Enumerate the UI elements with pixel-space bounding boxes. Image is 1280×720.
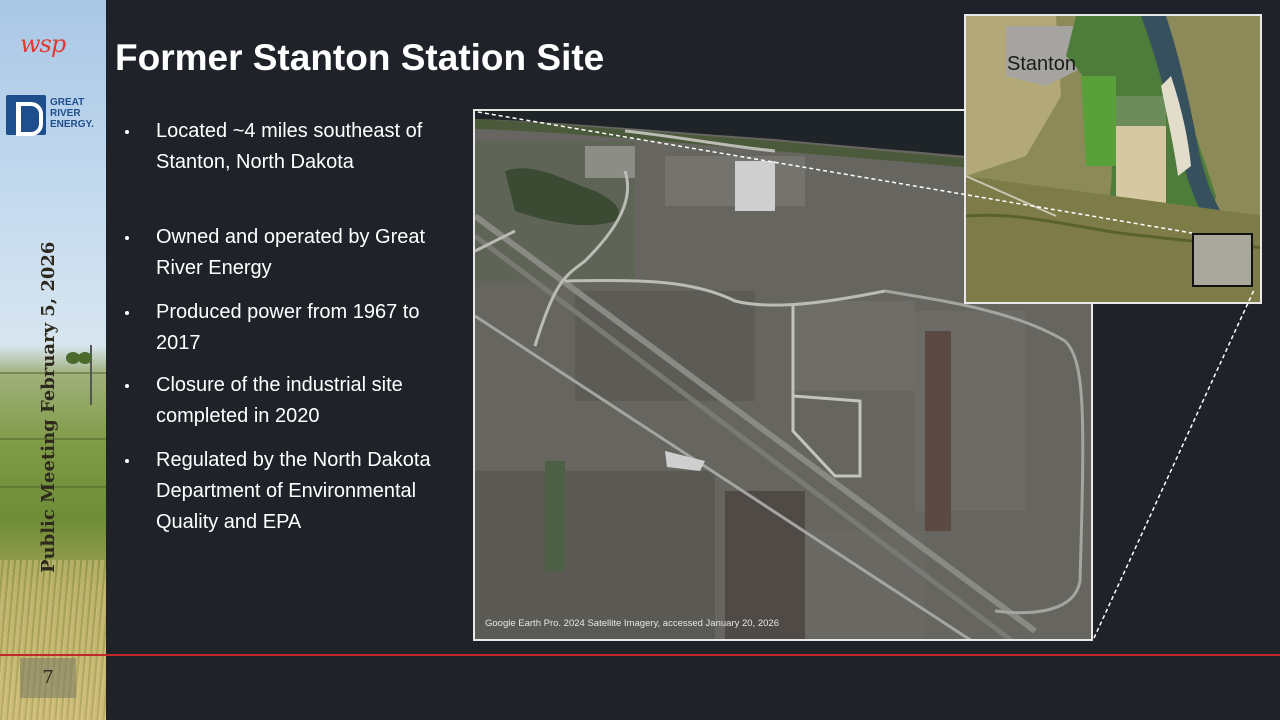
bullet-dot	[125, 459, 129, 463]
bullet-dot	[125, 236, 129, 240]
gre-logo-icon	[6, 95, 46, 136]
bullet-dot	[125, 311, 129, 315]
wsp-logo: wsp	[20, 30, 66, 58]
bullet-text: Owned and operated by Great River Energy	[156, 226, 426, 279]
bullet-text: Produced power from 1967 to 2017	[156, 301, 420, 354]
bullet-text: Regulated by the North Dakota Department…	[156, 449, 431, 533]
slide-title: Former Stanton Station Site	[115, 37, 605, 78]
gre-logo-line: GREAT	[50, 97, 85, 108]
footer-rule	[0, 654, 1280, 656]
inset-town-label: Stanton	[1007, 53, 1076, 75]
bullet-dot	[125, 130, 129, 134]
gre-logo-text: GREAT RIVER ENERGY.	[50, 97, 100, 130]
bullet-text: Located ~4 miles southeast of Stanton, N…	[156, 120, 423, 173]
tree	[78, 352, 92, 364]
meeting-date: Public Meeting February 5, 2026	[38, 241, 59, 573]
gre-logo-line: ENERGY.	[50, 119, 94, 130]
bullet-text: Closure of the industrial site completed…	[156, 374, 403, 427]
great-river-energy-logo: GREAT RIVER ENERGY.	[6, 95, 100, 136]
page-number: 7	[20, 658, 76, 698]
gre-logo-line: RIVER	[50, 108, 81, 119]
image-credit: Google Earth Pro. 2024 Satellite Imagery…	[485, 618, 779, 629]
bullet-dot	[125, 384, 129, 388]
